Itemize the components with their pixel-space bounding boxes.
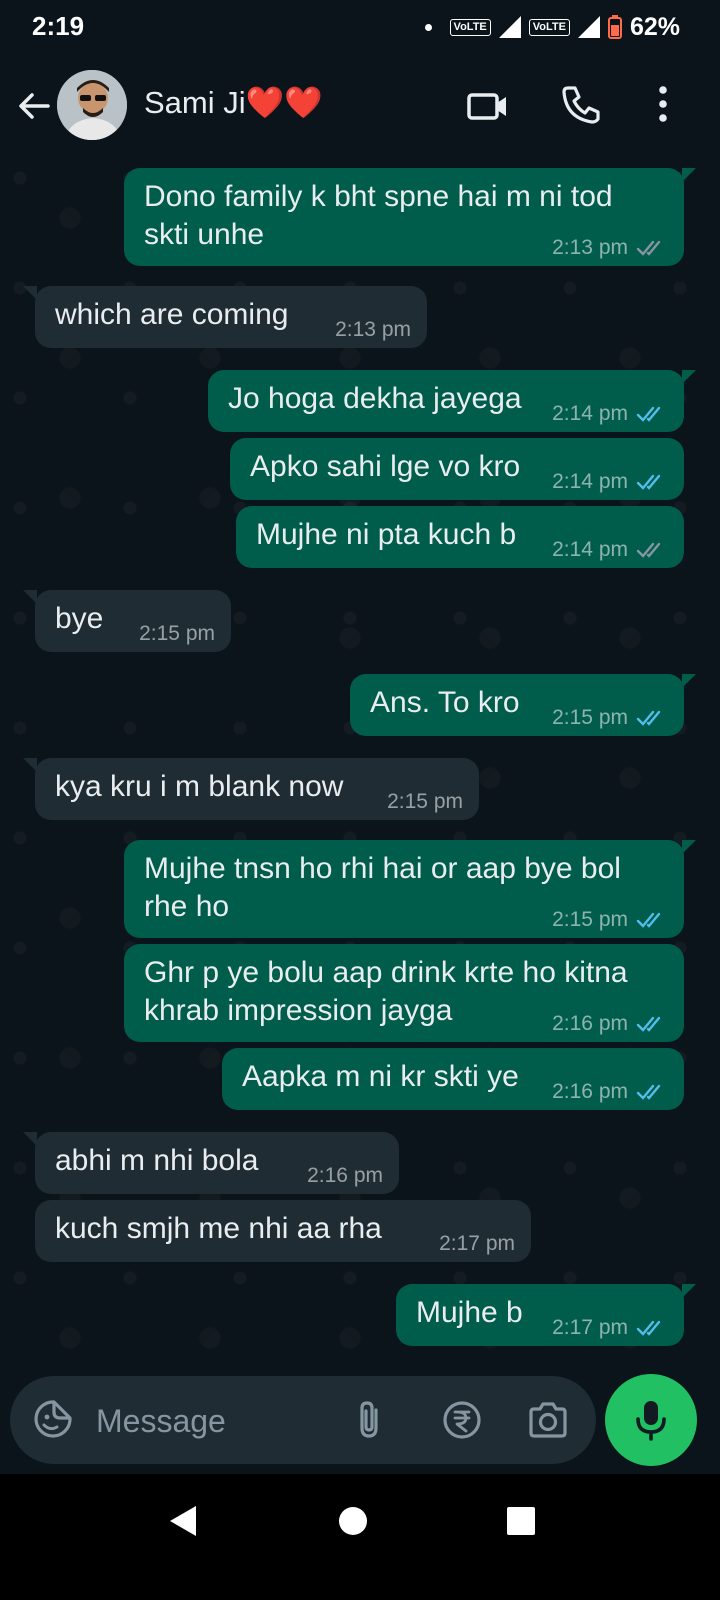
volte-badge-1: VoLTE: [449, 18, 491, 36]
message-time: 2:17 pm: [552, 1316, 628, 1339]
chat-header: Sami Ji❤️❤️: [0, 56, 720, 158]
message-composer: [10, 1376, 596, 1464]
message-time: 2:14 pm: [552, 470, 628, 493]
delivered-ticks-icon: [636, 240, 661, 256]
battery-percent: 62%: [629, 12, 680, 41]
message-time: 2:15 pm: [387, 790, 463, 813]
message-time: 2:16 pm: [307, 1164, 383, 1187]
signal-icon-1: [498, 16, 521, 38]
read-ticks-icon: [636, 710, 661, 726]
delivered-ticks-icon: [636, 542, 661, 558]
message-outgoing[interactable]: Aapka m ni kr skti ye 2:16 pm: [222, 1048, 684, 1110]
emoji-sticker-icon[interactable]: [32, 1398, 74, 1440]
message-incoming[interactable]: which are coming 2:13 pm: [23, 286, 427, 348]
nav-home-icon[interactable]: [336, 1504, 370, 1538]
message-time: 2:14 pm: [552, 402, 628, 425]
message-time: 2:15 pm: [552, 908, 628, 931]
message-outgoing[interactable]: Apko sahi lge vo kro 2:14 pm: [230, 438, 684, 500]
message-incoming[interactable]: kya kru i m blank now 2:15 pm: [23, 758, 479, 820]
more-options-icon[interactable]: [641, 82, 685, 126]
message-time: 2:16 pm: [552, 1012, 628, 1035]
rupee-payment-icon[interactable]: [440, 1398, 484, 1442]
avatar[interactable]: [57, 70, 127, 140]
message-outgoing[interactable]: Mujhe ni pta kuch b 2:14 pm: [236, 506, 684, 568]
read-ticks-icon: [636, 912, 661, 928]
system-nav-bar: [0, 1474, 720, 1600]
video-call-icon[interactable]: [466, 84, 510, 128]
voice-call-icon[interactable]: [560, 82, 604, 126]
read-ticks-icon: [636, 1084, 661, 1100]
read-ticks-icon: [636, 406, 661, 422]
nav-back-icon[interactable]: [166, 1504, 200, 1538]
message-outgoing[interactable]: Ghr p ye bolu aap drink krte ho kitna kh…: [124, 944, 684, 1042]
message-time: 2:13 pm: [335, 318, 411, 341]
read-ticks-icon: [636, 474, 661, 490]
back-arrow-icon[interactable]: [16, 88, 52, 124]
mic-icon: [636, 1401, 666, 1441]
read-ticks-icon: [636, 1016, 661, 1032]
attach-icon[interactable]: [348, 1398, 392, 1442]
message-outgoing[interactable]: Jo hoga dekha jayega 2:14 pm: [208, 370, 696, 432]
read-ticks-icon: [636, 1320, 661, 1336]
message-time: 2:15 pm: [552, 706, 628, 729]
battery-icon: [607, 15, 622, 39]
message-time: 2:15 pm: [139, 622, 215, 645]
status-bar: 2:19 VoLTE VoLTE 62%: [0, 0, 720, 56]
avatar-photo: [57, 70, 127, 140]
message-input[interactable]: [94, 1394, 328, 1448]
chat-messages[interactable]: Dono family k bht spne hai m ni tod skti…: [0, 158, 720, 1378]
notification-dot-icon: [424, 23, 432, 31]
message-time: 2:14 pm: [552, 538, 628, 561]
message-outgoing[interactable]: Mujhe b 2:17 pm: [396, 1284, 696, 1346]
status-time: 2:19: [32, 11, 85, 41]
message-outgoing[interactable]: Mujhe tnsn ho rhi hai or aap bye bol rhe…: [124, 840, 696, 938]
camera-icon[interactable]: [526, 1398, 570, 1442]
message-time: 2:16 pm: [552, 1080, 628, 1103]
nav-recents-icon[interactable]: [504, 1504, 538, 1538]
status-icons: VoLTE VoLTE 62%: [424, 12, 680, 42]
signal-icon-2: [577, 16, 600, 38]
message-outgoing[interactable]: Ans. To kro 2:15 pm: [350, 674, 696, 736]
message-incoming[interactable]: kuch smjh me nhi aa rha 2:17 pm: [35, 1200, 531, 1262]
message-incoming[interactable]: bye 2:15 pm: [23, 590, 231, 652]
message-time: 2:17 pm: [439, 1232, 515, 1255]
volte-badge-2: VoLTE: [528, 18, 570, 36]
message-incoming[interactable]: abhi m nhi bola 2:16 pm: [23, 1132, 399, 1194]
contact-name[interactable]: Sami Ji❤️❤️: [144, 84, 323, 121]
message-outgoing[interactable]: Dono family k bht spne hai m ni tod skti…: [124, 168, 696, 266]
message-time: 2:13 pm: [552, 236, 628, 259]
mic-button[interactable]: [605, 1374, 697, 1466]
